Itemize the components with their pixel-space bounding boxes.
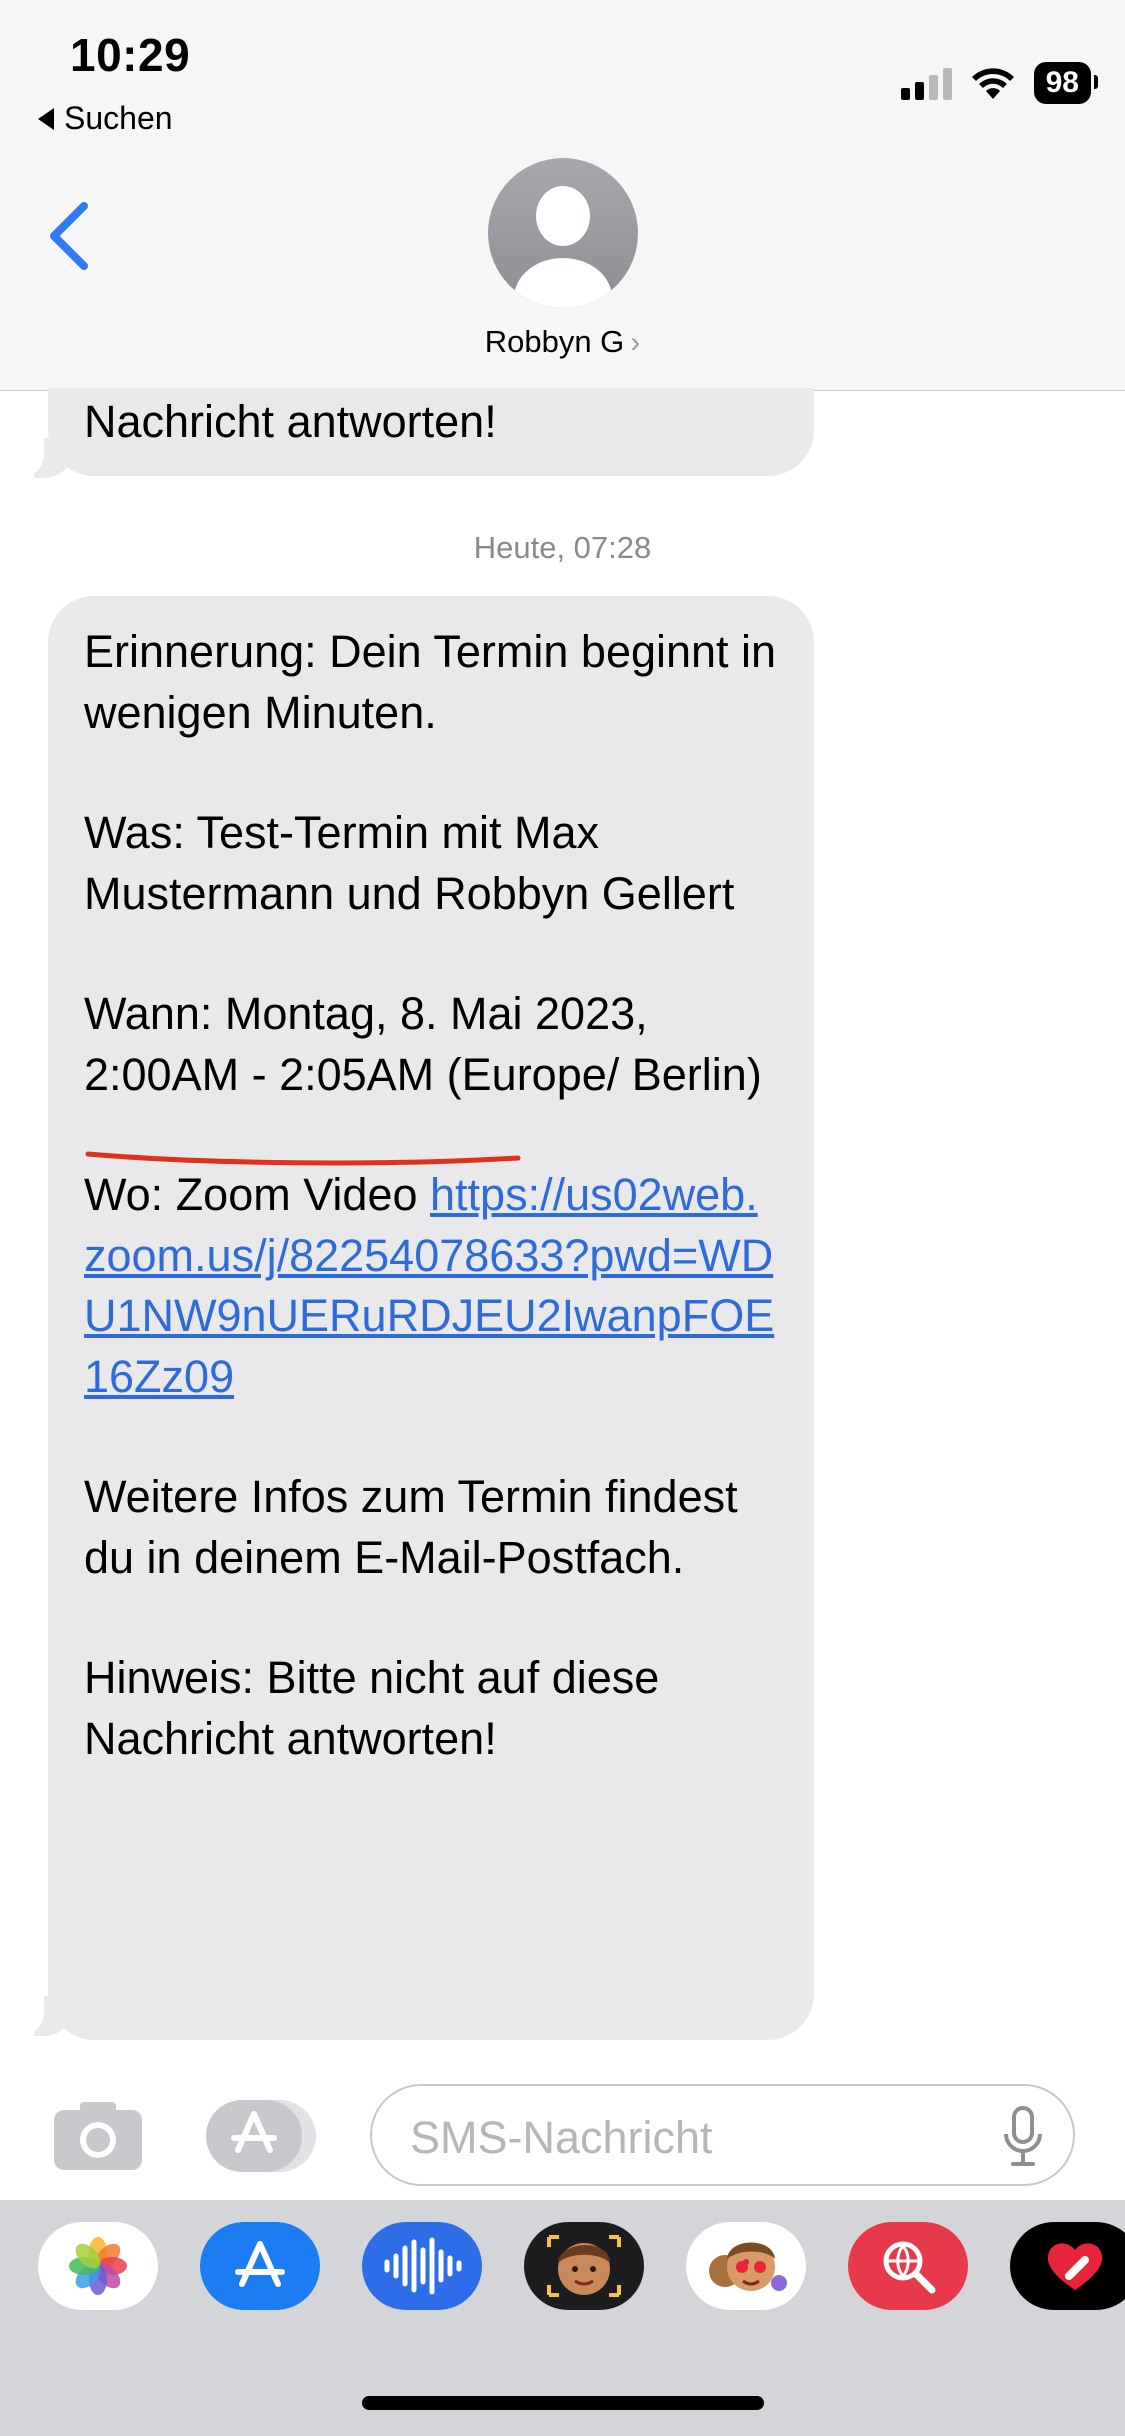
sms-input-placeholder: SMS-Nachricht [410, 2112, 713, 2163]
contact-name-button[interactable]: Robbyn G › [0, 324, 1125, 360]
audio-message-icon[interactable] [362, 2222, 482, 2310]
when-time-underlined: 2:00AM - 2:05AM [84, 1048, 447, 1100]
photos-flower-icon [69, 2237, 127, 2295]
app-store-a-icon [235, 2241, 285, 2287]
memoji-stickers-icon[interactable] [686, 2222, 806, 2310]
back-to-app-link[interactable]: Suchen [38, 100, 173, 137]
back-triangle-icon [38, 107, 54, 130]
back-to-app-label: Suchen [64, 100, 173, 136]
status-indicators: 98 [900, 62, 1099, 104]
message-paragraph-note: Hinweis: Bitte nicht auf diese Nachricht… [84, 1652, 660, 1764]
memoji-sticker-face-icon [709, 2242, 787, 2291]
conversation-header: 10:29 Suchen 98 Robbyn G › [0, 0, 1125, 391]
message-bubble-previous[interactable]: Nachricht antworten! [48, 388, 814, 476]
magnifier-globe-icon [883, 2241, 936, 2294]
digital-touch-icon[interactable] [1010, 2222, 1125, 2310]
red-underline-annotation [85, 1151, 521, 1166]
battery-indicator: 98 [1033, 62, 1099, 104]
message-paragraph-when: Wann: Montag, 8. Mai 2023, 2:00AM - 2:05… [84, 984, 778, 1105]
chevron-left-icon [50, 202, 88, 270]
waveform-icon [384, 2237, 462, 2295]
memoji-face-icon [547, 2235, 621, 2297]
sms-input[interactable]: SMS-Nachricht [370, 2084, 1075, 2186]
message-paragraph-what: Was: Test-Termin mit Max Mustermann und … [84, 807, 735, 919]
where-prefix: Wo: Zoom Video [84, 1169, 431, 1220]
microphone-icon[interactable] [1003, 2106, 1043, 2168]
image-search-icon[interactable] [848, 2222, 968, 2310]
memoji-icon[interactable] [524, 2222, 644, 2310]
contact-name: Robbyn G [484, 324, 625, 359]
contact-avatar[interactable] [488, 158, 638, 308]
app-store-drawer-icon[interactable] [206, 2100, 318, 2172]
when-timezone: (Europe/ Berlin) [446, 1048, 762, 1100]
status-time: 10:29 [70, 29, 191, 81]
message-bubble-reminder[interactable]: Erinnerung: Dein Termin beginnt in wenig… [48, 596, 814, 2040]
message-timestamp: Heute, 07:28 [473, 530, 652, 565]
camera-icon[interactable] [52, 2100, 144, 2172]
cellular-signal-icon [900, 66, 952, 100]
message-paragraph-info: Weitere Infos zum Termin findest du in d… [84, 1471, 738, 1583]
message-paragraph-reminder: Erinnerung: Dein Termin beginnt in wenig… [84, 626, 777, 738]
when-prefix: Wann: Montag, 8. Mai 2023, [84, 988, 648, 1039]
photos-icon[interactable] [38, 2222, 158, 2310]
heart-touch-icon [1047, 2243, 1103, 2290]
message-paragraph-where: Wo: Zoom Video https://us02web.zoom.us/j… [84, 1165, 778, 1407]
back-button[interactable] [40, 196, 100, 276]
home-indicator[interactable] [362, 2396, 764, 2410]
app-store-icon[interactable] [200, 2222, 320, 2310]
wifi-icon [971, 68, 1014, 99]
message-text: Nachricht antworten! [84, 396, 497, 447]
chevron-right-icon: › [630, 326, 641, 359]
